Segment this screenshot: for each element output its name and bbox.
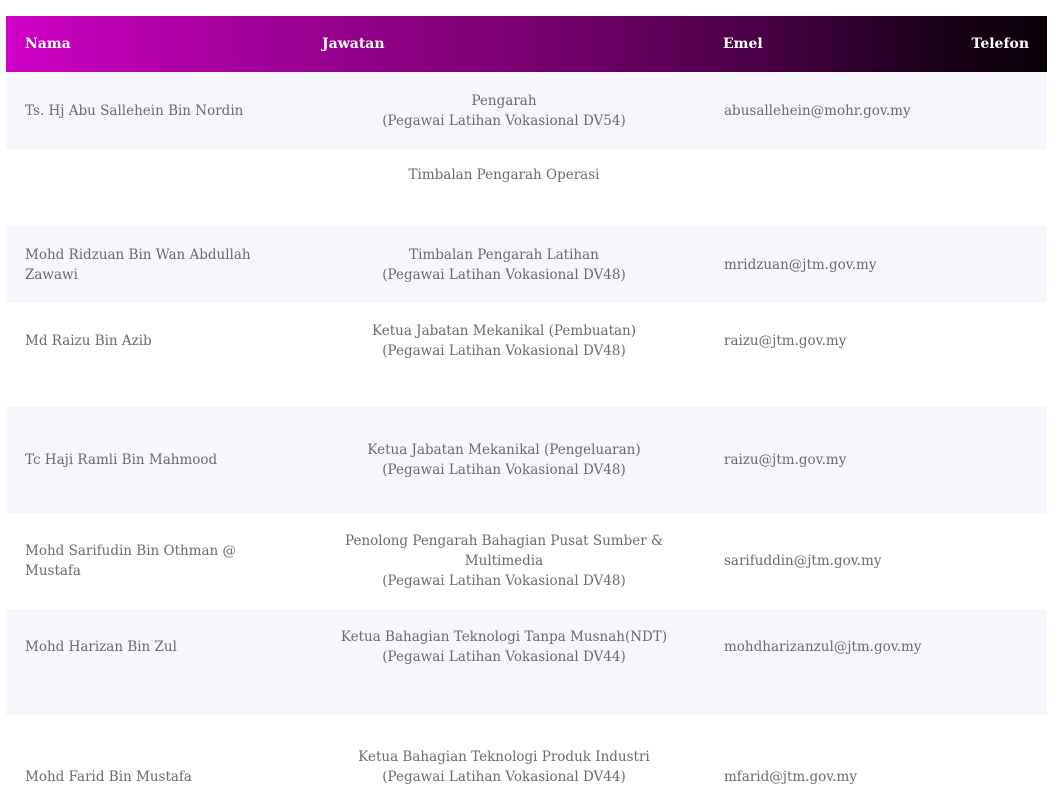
staff-phone — [949, 149, 1047, 226]
table-row: Timbalan Pengarah Operasi — [6, 149, 1047, 226]
role-title: Penolong Pengarah Bahagian Pusat Sumber … — [344, 533, 663, 569]
role-grade: (Pegawai Latihan Vokasional DV48) — [382, 266, 626, 283]
role-grade: (Pegawai Latihan Vokasional DV48) — [382, 343, 626, 359]
role-grade: (Pegawai Latihan Vokasional DV48) — [382, 573, 626, 589]
row-spacer — [6, 379, 1047, 407]
staff-email[interactable]: mfarid@jtm.gov.my — [704, 715, 949, 791]
staff-name: Mohd Farid Bin Mustafa — [25, 769, 192, 785]
staff-name: Ts. Hj Abu Sallehein Bin Nordin — [25, 102, 244, 119]
staff-name: Mohd Harizan Bin Zul — [25, 639, 177, 655]
role-grade: (Pegawai Latihan Vokasional DV44) — [382, 649, 626, 665]
role-title: Pengarah — [471, 92, 537, 109]
role-title: Ketua Jabatan Mekanikal (Pengeluaran) — [367, 442, 641, 458]
staff-role: Ketua Jabatan Mekanikal (Pembuatan) (Peg… — [304, 303, 704, 379]
role-title: Ketua Bahagian Teknologi Tanpa Musnah(ND… — [340, 629, 668, 645]
staff-name: Mohd Ridzuan Bin Wan Abdullah Zawawi — [25, 246, 251, 283]
table-row: Tc Haji Ramli Bin Mahmood Ketua Jabatan … — [6, 407, 1047, 513]
header-row: Nama Jawatan Emel Telefon — [6, 16, 1047, 72]
role-title: Timbalan Pengarah Operasi — [408, 167, 600, 183]
staff-email[interactable]: raizu@jtm.gov.my — [704, 303, 949, 379]
staff-name — [6, 149, 304, 226]
table-row: Mohd Sarifudin Bin Othman @ Mustafa Peno… — [6, 513, 1047, 609]
role-grade: (Pegawai Latihan Vokasional DV44) — [382, 769, 626, 785]
staff-email[interactable] — [704, 149, 949, 226]
staff-role: Ketua Bahagian Teknologi Tanpa Musnah(ND… — [304, 609, 704, 715]
staff-phone — [949, 303, 1047, 379]
role-grade: (Pegawai Latihan Vokasional DV48) — [382, 462, 626, 478]
table-row: Md Raizu Bin Azib Ketua Jabatan Mekanika… — [6, 303, 1047, 379]
header-name: Nama — [25, 36, 71, 52]
staff-email[interactable]: abusallehein@mohr.gov.my — [704, 72, 949, 149]
table-body: Ts. Hj Abu Sallehein Bin Nordin Pengarah… — [6, 72, 1047, 791]
staff-phone — [949, 715, 1047, 791]
role-title: Ketua Jabatan Mekanikal (Pembuatan) — [371, 323, 637, 339]
staff-phone — [949, 407, 1047, 513]
staff-email[interactable]: sarifuddin@jtm.gov.my — [704, 513, 949, 609]
header-role: Jawatan — [322, 36, 385, 52]
staff-email[interactable]: raizu@jtm.gov.my — [704, 407, 949, 513]
staff-name: Md Raizu Bin Azib — [25, 333, 152, 349]
staff-table: Nama Jawatan Emel Telefon Ts. Hj Abu Sal… — [6, 16, 1047, 791]
table-header: Nama Jawatan Emel Telefon — [6, 16, 1047, 72]
staff-phone — [949, 513, 1047, 609]
header-email: Emel — [723, 36, 763, 52]
staff-role: Timbalan Pengarah Operasi — [304, 149, 704, 226]
staff-role: Pengarah (Pegawai Latihan Vokasional DV5… — [304, 72, 704, 149]
staff-role: Penolong Pengarah Bahagian Pusat Sumber … — [304, 513, 704, 609]
role-title: Timbalan Pengarah Latihan — [409, 246, 599, 263]
table-row: Mohd Harizan Bin Zul Ketua Bahagian Tekn… — [6, 609, 1047, 715]
role-grade: (Pegawai Latihan Vokasional DV54) — [382, 112, 626, 129]
staff-name: Tc Haji Ramli Bin Mahmood — [25, 452, 218, 468]
staff-email[interactable]: mridzuan@jtm.gov.my — [704, 226, 949, 303]
staff-role: Ketua Bahagian Teknologi Produk Industri… — [304, 715, 704, 791]
staff-directory: Nama Jawatan Emel Telefon Ts. Hj Abu Sal… — [6, 16, 1047, 791]
table-row: Mohd Farid Bin Mustafa Ketua Bahagian Te… — [6, 715, 1047, 791]
staff-name: Mohd Sarifudin Bin Othman @ Mustafa — [25, 543, 237, 579]
staff-phone — [949, 609, 1047, 715]
staff-email[interactable]: mohdharizanzul@jtm.gov.my — [704, 609, 949, 715]
staff-role: Timbalan Pengarah Latihan (Pegawai Latih… — [304, 226, 704, 303]
staff-phone — [949, 72, 1047, 149]
staff-phone — [949, 226, 1047, 303]
header-phone: Telefon — [971, 36, 1029, 52]
staff-role: Ketua Jabatan Mekanikal (Pengeluaran) (P… — [304, 407, 704, 513]
role-title: Ketua Bahagian Teknologi Produk Industri — [358, 749, 650, 765]
table-row: Ts. Hj Abu Sallehein Bin Nordin Pengarah… — [6, 72, 1047, 149]
table-row: Mohd Ridzuan Bin Wan Abdullah Zawawi Tim… — [6, 226, 1047, 303]
